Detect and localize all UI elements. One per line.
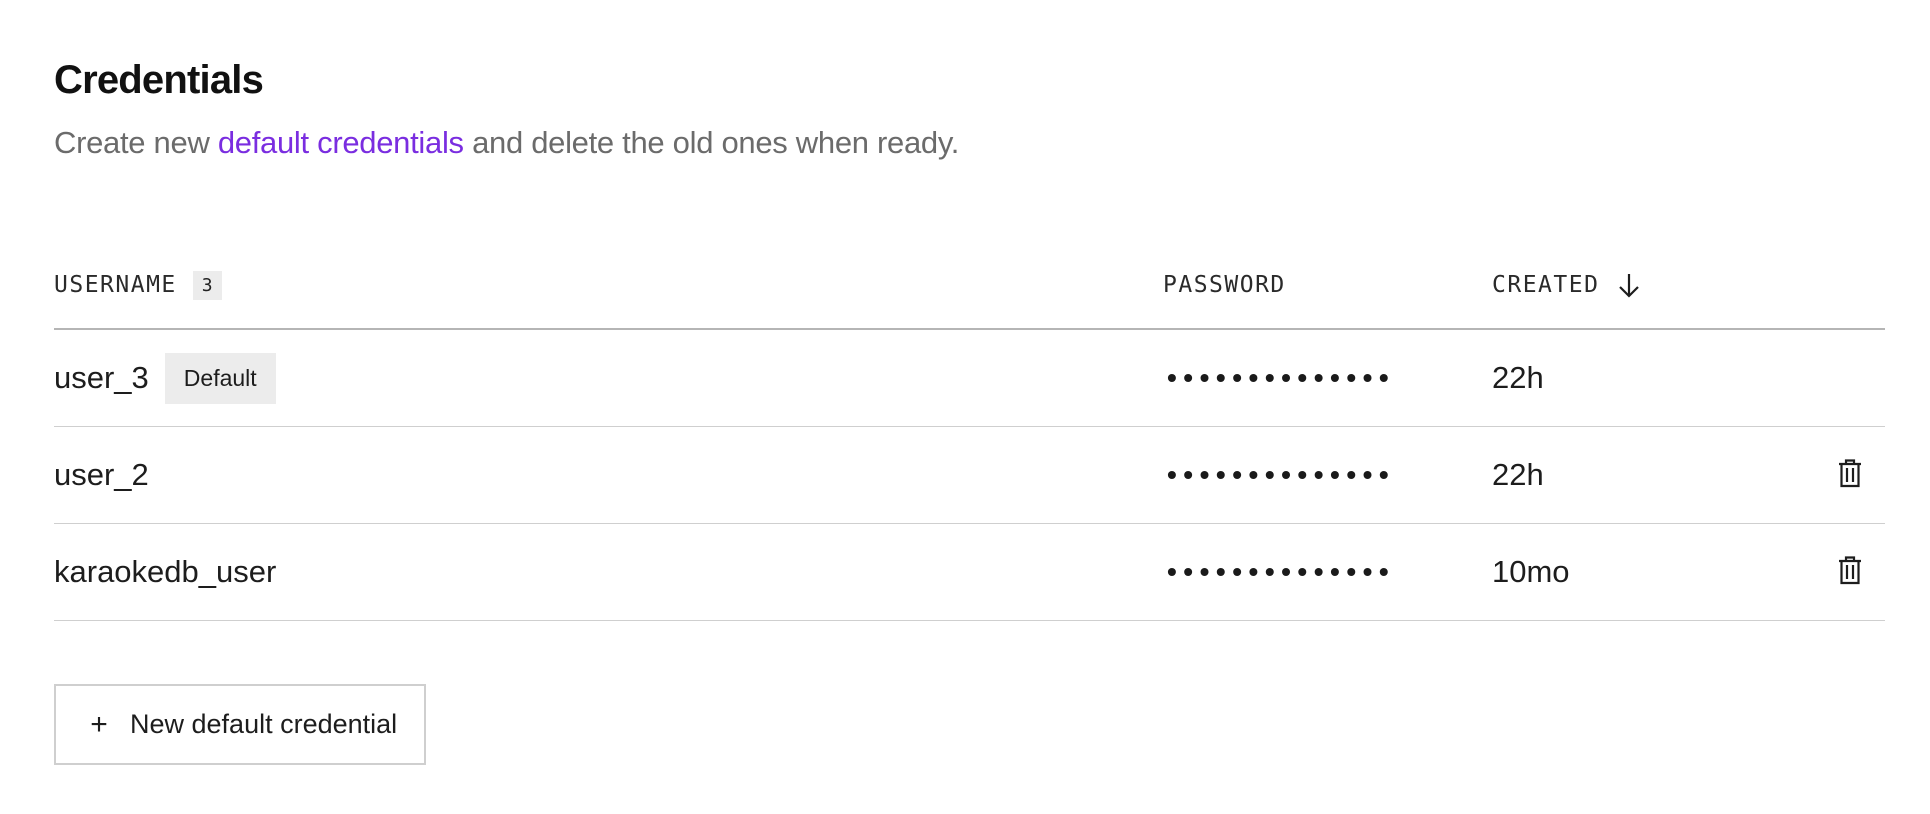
column-header-password: PASSWORD	[1163, 268, 1286, 302]
table-row: user_2 •••••••••••••• 22h	[54, 427, 1885, 524]
delete-credential-button[interactable]	[1830, 524, 1870, 620]
page-title: Credentials	[54, 58, 264, 102]
table-row: user_3 Default •••••••••••••• 22h	[54, 330, 1885, 427]
trash-icon	[1837, 555, 1863, 590]
table-header: USERNAME 3 PASSWORD CREATED	[54, 248, 1885, 330]
username-value: karaokedb_user	[54, 554, 277, 589]
password-masked: ••••••••••••••	[1167, 556, 1396, 587]
arrow-down-icon[interactable]	[1617, 271, 1641, 299]
default-credentials-link[interactable]: default credentials	[218, 125, 464, 160]
username-count-badge: 3	[192, 270, 222, 300]
delete-credential-button[interactable]	[1830, 427, 1870, 523]
new-default-credential-button[interactable]: + New default credential	[54, 684, 426, 765]
created-value: 22h	[1492, 360, 1544, 395]
column-header-password-label: PASSWORD	[1163, 272, 1286, 298]
username-cell: user_3 Default	[54, 330, 276, 426]
username-cell: user_2	[54, 427, 149, 523]
created-value: 10mo	[1492, 554, 1570, 589]
plus-icon: +	[90, 707, 108, 741]
subtitle-text-before: Create new	[54, 125, 218, 160]
subtitle-text-after: and delete the old ones when ready.	[463, 125, 960, 160]
credentials-table: USERNAME 3 PASSWORD CREATED user_3 Defau…	[54, 248, 1885, 621]
new-default-credential-label: New default credential	[130, 709, 398, 739]
column-header-created-label: CREATED	[1492, 272, 1600, 298]
created-value: 22h	[1492, 457, 1544, 492]
trash-icon	[1837, 458, 1863, 493]
table-row: karaokedb_user •••••••••••••• 10mo	[54, 524, 1885, 621]
username-cell: karaokedb_user	[54, 524, 276, 620]
password-masked: ••••••••••••••	[1167, 362, 1396, 393]
credentials-page: Credentials Create new default credentia…	[0, 0, 1930, 814]
username-value: user_3	[54, 360, 149, 395]
default-badge: Default	[164, 352, 276, 404]
column-header-username-label: USERNAME	[54, 272, 177, 298]
column-header-created[interactable]: CREATED	[1492, 268, 1641, 302]
column-header-username: USERNAME 3	[54, 268, 222, 302]
page-subtitle: Create new default credentials and delet…	[54, 125, 959, 161]
password-masked: ••••••••••••••	[1167, 459, 1396, 490]
username-value: user_2	[54, 457, 149, 492]
